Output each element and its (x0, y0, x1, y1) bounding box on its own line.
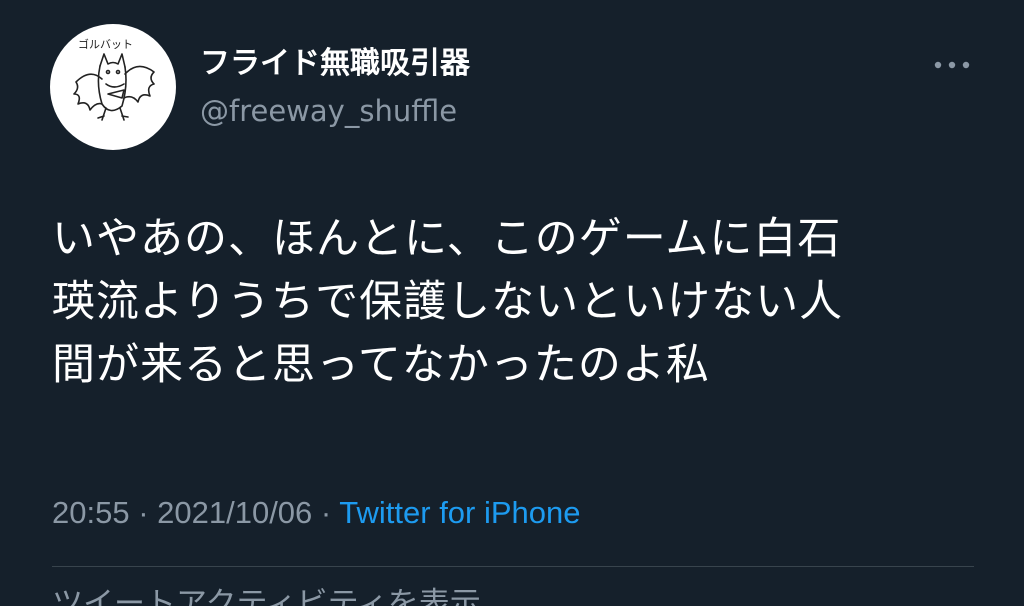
tweet-time[interactable]: 20:55 (52, 495, 130, 530)
avatar-caption: ゴルバット (78, 37, 133, 51)
more-horizontal-icon (934, 61, 970, 69)
more-button[interactable] (926, 50, 978, 80)
meta-separator: · (312, 495, 340, 530)
view-tweet-activity-link[interactable]: ツイートアクティビティを表示 (52, 584, 481, 606)
tweet-text-line: いやあの、ほんとに、このゲームに白石 (52, 214, 842, 264)
avatar[interactable]: ゴルバット (50, 24, 176, 150)
user-handle[interactable]: @freeway_shuffle (200, 92, 457, 130)
golbat-drawing-avatar: ゴルバット (73, 37, 155, 121)
divider (52, 566, 974, 567)
tweet-metadata: 20:55 · 2021/10/06 · Twitter for iPhone (52, 492, 581, 534)
tweet-detail: ゴルバット フライド無職吸引器 @freeway_shuffle いやあの、ほん… (0, 0, 1024, 606)
tweet-source-link[interactable]: Twitter for iPhone (339, 495, 580, 530)
tweet-date[interactable]: 2021/10/06 (157, 495, 312, 530)
tweet-text: いやあの、ほんとに、このゲームに白石 瑛流よりうちで保護しないといけない人 間が… (52, 208, 972, 397)
tweet-text-line: 間が来ると思ってなかったのよ私 (52, 340, 710, 390)
display-name[interactable]: フライド無職吸引器 (200, 44, 470, 84)
tweet-text-line: 瑛流よりうちで保護しないといけない人 (52, 277, 844, 327)
meta-separator: · (129, 495, 158, 530)
